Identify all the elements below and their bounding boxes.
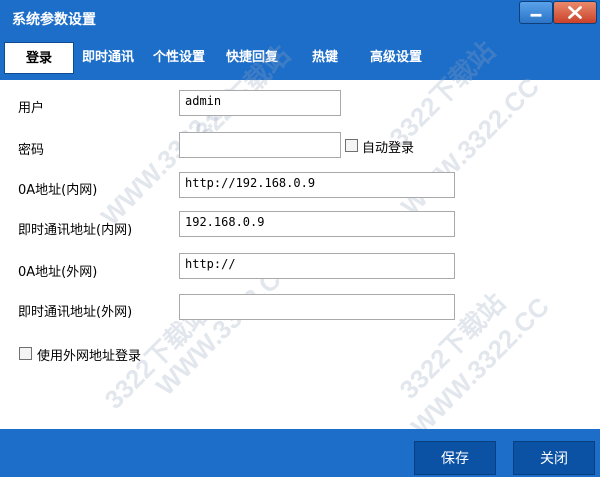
user-label: 用户 [18,101,45,116]
close-button[interactable]: 关闭 [513,441,595,475]
tab-personalization[interactable]: 个性设置 [153,42,205,74]
tab-instant-messaging[interactable]: 即时通讯 [82,42,134,74]
im-internal-label: 即时通讯地址(内网) [18,223,133,238]
oa-internal-input[interactable]: http://192.168.0.9 [179,172,455,198]
auto-login-checkbox[interactable] [345,139,358,152]
oa-internal-label: 0A地址(内网) [18,183,98,198]
password-label: 密码 [18,143,45,158]
tab-bar: 登录 即时通讯 个性设置 快捷回复 热键 高级设置 [0,36,600,80]
save-button[interactable]: 保存 [414,441,496,475]
minimize-icon [530,13,542,17]
im-internal-input[interactable]: 192.168.0.9 [179,211,455,237]
tab-quick-reply[interactable]: 快捷回复 [226,42,278,74]
close-window-button[interactable] [553,1,597,24]
title-bar[interactable]: 系统参数设置 [0,0,600,36]
oa-external-input[interactable]: http:// [179,253,455,279]
auto-login-label[interactable]: 自动登录 [362,137,414,156]
tab-login[interactable]: 登录 [4,42,74,74]
minimize-button[interactable] [519,1,553,24]
use-external-label[interactable]: 使用外网地址登录 [37,345,141,364]
close-icon [568,6,582,19]
tab-advanced-settings[interactable]: 高级设置 [370,42,422,74]
tab-hotkeys[interactable]: 热键 [312,42,338,74]
im-external-input[interactable] [179,294,455,320]
watermark-text: WWW.3322.CC [395,71,545,222]
user-input[interactable]: admin [179,90,341,116]
im-external-label: 即时通讯地址(外网) [18,305,133,320]
oa-external-label: 0A地址(外网) [18,265,98,280]
system-settings-window: 系统参数设置 登录 即时通讯 个性设置 快捷回复 热键 高级设置 WWW.332… [0,0,600,477]
use-external-checkbox[interactable] [19,347,32,360]
password-input[interactable] [179,132,341,158]
footer-bar: 保存 关闭 [0,429,600,477]
window-title: 系统参数设置 [12,12,96,28]
